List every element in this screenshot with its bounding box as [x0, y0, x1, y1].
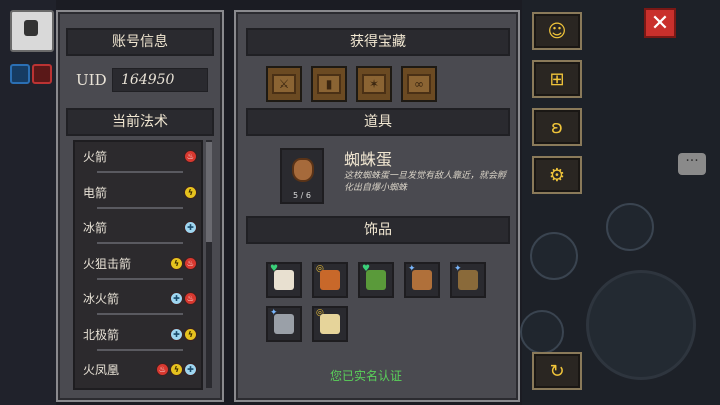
accessory-slot[interactable]: ◎: [312, 306, 348, 342]
gift-button[interactable]: ⊞: [532, 60, 582, 98]
treasure-chest-3[interactable]: ✶: [356, 66, 392, 102]
account-header: 账号信息: [66, 28, 214, 56]
bolt-element-icon: ϟ: [184, 185, 197, 199]
spell-name: 火箭: [83, 150, 108, 164]
player-avatar[interactable]: [10, 10, 54, 52]
chest-mark: ✶: [368, 77, 380, 91]
divider: [97, 242, 183, 244]
debuff-icon: [32, 64, 52, 84]
vine-icon: [366, 270, 386, 290]
item-count: 5 / 6: [293, 191, 311, 200]
skill-snowflake-icon[interactable]: [606, 203, 654, 251]
spell-row[interactable]: 冰火箭 ✚ ♨: [81, 288, 197, 315]
spider-egg-icon: [292, 158, 314, 182]
spell-row[interactable]: 火箭 ♨: [81, 146, 197, 173]
joystick[interactable]: [586, 270, 696, 380]
spell-name: 冰箭: [83, 221, 108, 235]
horn-icon: [274, 270, 294, 290]
bolt-element-icon: ϟ: [170, 363, 183, 376]
spell-name: 火狙击箭: [83, 256, 132, 271]
fire-element-icon: ♨: [184, 256, 197, 270]
bolt-element-icon: ϟ: [170, 256, 183, 270]
spell-elements: ✚: [184, 221, 197, 234]
props-header: 道具: [246, 108, 510, 136]
divider: [97, 206, 183, 209]
fire-element-icon: ♨: [156, 363, 169, 376]
refresh-icon: ↻: [549, 360, 565, 382]
headset-icon: ☺: [547, 20, 567, 42]
buff-icon: [10, 64, 30, 84]
community-button[interactable]: ʚ: [532, 108, 582, 146]
fire-element-icon: ♨: [184, 292, 197, 305]
skill-fire-icon[interactable]: [530, 232, 578, 280]
spell-scrollbar[interactable]: [206, 140, 212, 388]
divider: [97, 313, 183, 315]
item-name: 蜘蛛蛋: [344, 150, 393, 169]
gift-icon: ⊞: [549, 68, 565, 90]
item-description: 这枚蜘蛛蛋一旦发觉有敌人靠近，就会孵化出自爆小蜘蛛: [344, 171, 507, 193]
gear-icon: ⚙: [548, 164, 566, 186]
divider: [97, 171, 183, 173]
spell-name: 火凤凰: [83, 363, 120, 377]
spells-header: 当前法术: [66, 108, 214, 136]
accessory-slot[interactable]: ♥: [358, 262, 394, 298]
bird-icon: ʚ: [551, 116, 563, 138]
spell-row[interactable]: 火狙击箭 ϟ ♨: [81, 253, 197, 280]
uid-label: UID: [76, 71, 107, 89]
divider: [97, 277, 183, 280]
ice-element-icon: ✚: [170, 327, 183, 341]
accessory-slot[interactable]: ◎: [312, 262, 348, 298]
accessories-header: 饰品: [246, 216, 510, 244]
spell-list[interactable]: 火箭 ♨ 电箭 ϟ 冰箭 ✚ 火狙击箭 ϟ ♨ 冰火箭 ✚ ♨ 北极箭 ✚ ϟ 火凤凰 ♨ ϟ ✚: [73, 140, 203, 390]
treasure-map-icon: [320, 314, 340, 334]
spell-name: 电箭: [83, 185, 108, 200]
chest-mark: ∞: [414, 77, 424, 91]
skill-bolt-icon[interactable]: [520, 310, 564, 354]
chest-mark: ⚔: [278, 77, 290, 91]
ice-element-icon: ✚: [184, 221, 197, 234]
verified-status: 您已实名认证: [330, 369, 403, 383]
spell-elements: ♨: [184, 150, 197, 163]
spell-elements: ϟ ♨: [170, 256, 197, 270]
skull-amulet-icon: [274, 314, 294, 334]
fire-element-icon: ♨: [184, 150, 197, 163]
spell-row[interactable]: 火凤凰 ♨ ϟ ✚: [81, 359, 197, 383]
hammer-icon: [412, 270, 432, 290]
spell-elements: ϟ: [184, 185, 197, 199]
accessory-slot[interactable]: ✦: [404, 262, 440, 298]
ice-element-icon: ✚: [170, 292, 183, 305]
support-button[interactable]: ☺: [532, 12, 582, 50]
chest-mark: ▮: [325, 77, 333, 91]
treasure-chest-1[interactable]: ⚔: [266, 66, 302, 102]
treasure-chest-2[interactable]: ▮: [311, 66, 347, 102]
treasure-header: 获得宝藏: [246, 28, 510, 56]
vest-icon: [320, 270, 340, 290]
spell-row[interactable]: 电箭 ϟ: [81, 182, 197, 209]
avatar-face: [24, 20, 38, 36]
divider: [97, 348, 183, 351]
spell-name: 冰火箭: [83, 292, 120, 306]
spell-row[interactable]: 冰箭 ✚: [81, 217, 197, 244]
accessory-slot[interactable]: ✦: [450, 262, 486, 298]
settings-button[interactable]: ⚙: [532, 156, 582, 194]
spell-row[interactable]: 北极箭 ✚ ϟ: [81, 324, 197, 351]
spell-elements: ✚ ♨: [170, 292, 197, 305]
ice-element-icon: ✚: [184, 363, 197, 376]
spell-name: 北极箭: [83, 327, 120, 342]
scroll-thumb[interactable]: [206, 142, 212, 242]
spider-egg-slot[interactable]: 5 / 6: [280, 148, 324, 204]
spell-elements: ✚ ϟ: [170, 327, 197, 341]
treasure-chest-4[interactable]: ∞: [401, 66, 437, 102]
spell-elements: ♨ ϟ ✚: [156, 363, 197, 376]
close-button[interactable]: ✕: [644, 8, 676, 38]
refresh-button[interactable]: ↻: [532, 352, 582, 390]
uid-value: 164950: [112, 68, 208, 92]
accessory-slot[interactable]: ♥: [266, 262, 302, 298]
chat-icon[interactable]: ···: [678, 153, 706, 175]
game-background-left: [0, 0, 56, 405]
accessory-slot[interactable]: ✦: [266, 306, 302, 342]
backpack-icon: [458, 270, 478, 290]
bolt-element-icon: ϟ: [184, 327, 197, 341]
